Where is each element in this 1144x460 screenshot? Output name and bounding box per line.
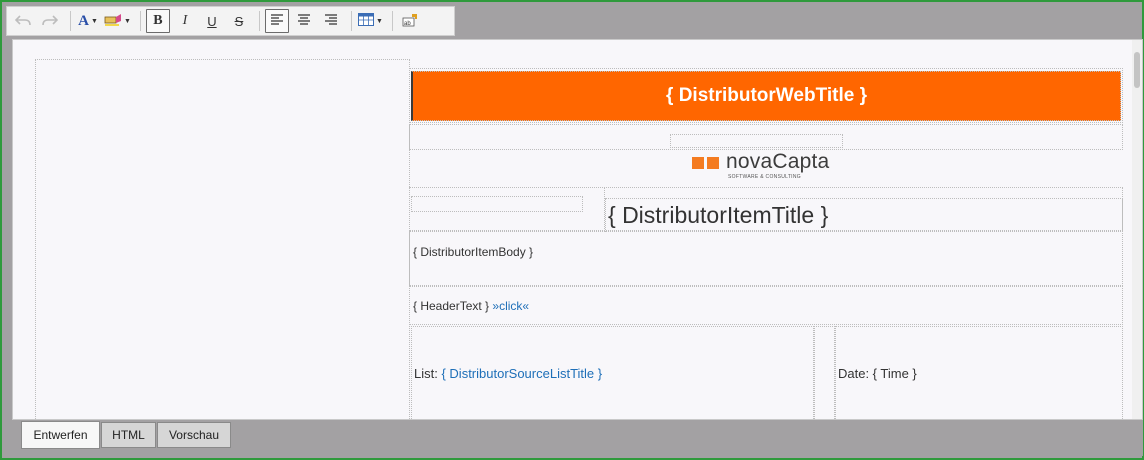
align-left-icon (270, 13, 284, 29)
logo-tagline: SOFTWARE & CONSULTING (728, 174, 801, 180)
highlight-button[interactable]: ▼ (103, 9, 132, 33)
align-center-icon (297, 13, 311, 29)
align-center-button[interactable] (292, 9, 316, 33)
design-surface[interactable]: { DistributorWebTitle } novaCapta SOFTWA… (12, 39, 1143, 420)
align-left-button[interactable] (264, 9, 289, 33)
undo-icon (14, 13, 31, 30)
redo-button[interactable] (38, 9, 62, 33)
list-source-title: { DistributorSourceListTitle } (441, 366, 603, 381)
undo-button[interactable] (11, 9, 35, 33)
chevron-down-icon: ▼ (90, 17, 98, 25)
item-body-cell[interactable]: { DistributorItemBody } (409, 231, 1123, 286)
date-cell[interactable]: Date: { Time } (835, 326, 1123, 419)
empty-cell[interactable] (411, 196, 583, 212)
svg-text:ab: ab (404, 21, 411, 27)
logo-name: novaCapta (726, 150, 830, 173)
insert-table-button[interactable]: ▼ (357, 9, 384, 33)
vertical-scrollbar[interactable] (1132, 40, 1142, 419)
click-link[interactable]: »click« (492, 299, 529, 313)
insert-field-icon: ab (402, 13, 418, 30)
strikethrough-button[interactable]: S (227, 9, 251, 33)
table-icon (357, 13, 374, 29)
novacapta-logo: novaCapta SOFTWARE & CONSULTING (692, 150, 852, 180)
toolbar-separator (350, 11, 352, 31)
italic-button[interactable]: I (173, 9, 197, 33)
insert-field-button[interactable]: ab (398, 9, 422, 33)
list-cell[interactable]: List: { DistributorSourceListTitle } (411, 326, 814, 419)
strikethrough-icon: S (234, 13, 244, 29)
scrollbar-thumb[interactable] (1134, 52, 1140, 88)
tab-vorschau[interactable]: Vorschau (157, 422, 231, 448)
underline-icon: U (207, 13, 217, 29)
view-tab-bar: Entwerfen HTML Vorschau (12, 420, 1143, 456)
web-title-banner[interactable]: { DistributorWebTitle } (411, 71, 1121, 121)
bold-icon: B (153, 13, 163, 28)
formatting-toolbar: A ▼ ▼ B I U S ▼ ab (6, 6, 455, 36)
redo-icon (42, 13, 59, 30)
chevron-down-icon: ▼ (124, 17, 131, 25)
item-title-cell[interactable]: { DistributorItemTitle } (605, 198, 1123, 232)
toolbar-separator (258, 11, 260, 31)
italic-icon: I (182, 13, 188, 28)
logo-placeholder-box[interactable] (670, 134, 843, 148)
header-text: { HeaderText } (413, 299, 490, 313)
align-right-button[interactable] (319, 9, 343, 33)
logo-square-icon (692, 157, 704, 169)
item-body-text: { DistributorItemBody } (413, 245, 534, 259)
toolbar-separator (139, 11, 141, 31)
logo-square-icon (707, 157, 719, 169)
spacer-cell[interactable] (814, 326, 835, 419)
date-text: Date: { Time } (838, 366, 917, 381)
toolbar-separator (391, 11, 393, 31)
left-column-cell[interactable] (35, 59, 410, 419)
bold-button[interactable]: B (145, 9, 170, 33)
align-right-icon (324, 13, 338, 29)
underline-button[interactable]: U (200, 9, 224, 33)
chevron-down-icon: ▼ (375, 17, 383, 25)
toolbar-separator (70, 11, 71, 31)
editor-frame: A ▼ ▼ B I U S ▼ ab {DistributorWebTitle… (0, 0, 1144, 460)
tab-html[interactable]: HTML (101, 422, 156, 448)
header-text-cell[interactable]: { HeaderText } »click« (409, 286, 1123, 325)
highlighter-icon (104, 13, 122, 30)
list-label: List: (414, 366, 438, 381)
tab-entwerfen[interactable]: Entwerfen (21, 421, 100, 449)
font-color-icon: A (78, 12, 89, 29)
font-color-button[interactable]: A ▼ (76, 9, 100, 33)
